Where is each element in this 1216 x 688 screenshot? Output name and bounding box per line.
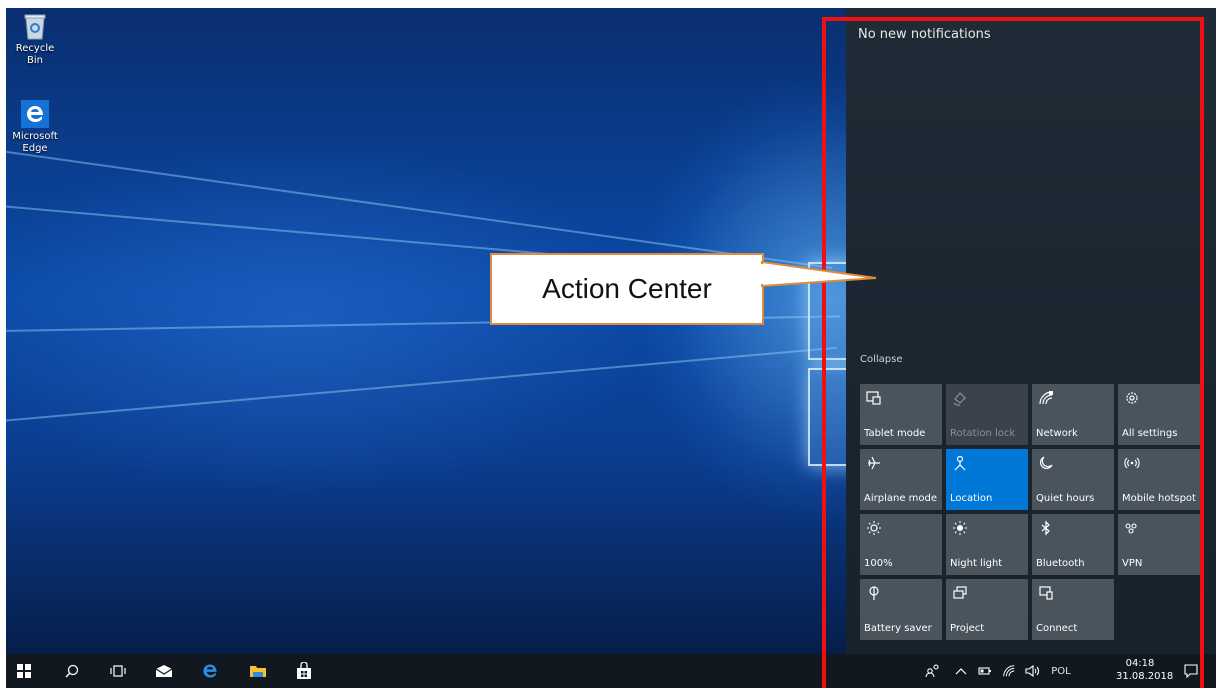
tile-network[interactable]: Network [1032,384,1114,445]
light-beam [0,346,837,422]
tile-label: Quiet hours [1036,493,1095,504]
clock-date: 31.08.2018 [1116,671,1174,682]
tile-label: Bluetooth [1036,558,1085,569]
tile-mobile-hotspot[interactable]: Mobile hotspot [1118,449,1200,510]
task-view-button[interactable] [102,654,134,688]
task-view-icon [110,665,126,677]
tile-label: Mobile hotspot [1122,493,1196,504]
clock-time: 04:18 [1125,658,1155,669]
desktop-icon-label: Microsoft Edge [12,131,58,154]
location-icon [954,455,966,471]
battery-saver-icon [869,586,879,600]
connect-icon [1039,586,1053,600]
tile-rotation-lock[interactable]: Rotation lock [946,384,1028,445]
tile-label: VPN [1122,558,1143,569]
network-icon [1039,391,1053,405]
notifications-status-text: No new notifications [858,27,991,42]
tile-night-light[interactable]: Night light [946,514,1028,575]
edge-icon [21,100,49,128]
project-icon [953,586,967,599]
mail-icon [155,665,173,677]
tile-project[interactable]: Project [946,579,1028,640]
desktop-icon-recycle-bin[interactable]: Recycle Bin [7,12,63,67]
tile-label: Connect [1036,623,1078,634]
tile-label: Tablet mode [864,428,926,439]
tile-label: All settings [1122,428,1178,439]
volume-button[interactable] [1022,654,1044,688]
brightness-icon [867,521,881,535]
search-icon [65,664,79,678]
tile-label: Network [1036,428,1078,439]
gear-icon [1126,392,1138,404]
battery-button[interactable] [974,654,996,688]
input-language-button[interactable]: POL [1046,654,1076,688]
notification-icon [1184,664,1198,679]
tile-label: 100% [864,558,893,569]
edge-icon [203,664,217,678]
clock[interactable]: 04:18 31.08.2018 [1116,657,1174,683]
people-button[interactable] [920,654,946,688]
search-button[interactable] [56,654,88,688]
night-light-icon [953,521,967,535]
desktop-icon-label: Recycle Bin [15,43,55,66]
airplane-icon [868,456,880,470]
tile-vpn[interactable]: VPN [1118,514,1200,575]
store-button[interactable] [288,654,320,688]
tile-airplane-mode[interactable]: Airplane mode [860,449,942,510]
tile-label: Night light [950,558,1003,569]
vpn-icon [1125,523,1137,534]
taskbar: POL 04:18 31.08.2018 [0,654,1216,688]
tile-label: Location [950,493,993,504]
battery-icon [978,667,991,675]
tile-label: Rotation lock [950,428,1016,439]
callout-pointer [760,260,877,288]
tile-battery-saver[interactable]: Battery saver [860,579,942,640]
moon-icon [1040,456,1053,469]
mail-button[interactable] [148,654,180,688]
start-icon [17,664,31,678]
tile-label: Airplane mode [864,493,938,504]
start-button[interactable] [8,654,40,688]
tile-all-settings[interactable]: All settings [1118,384,1200,445]
desktop-screen: Recycle Bin Microsoft Edge No new notific… [0,0,1216,688]
people-icon [925,664,939,678]
tile-brightness[interactable]: 100% [860,514,942,575]
tile-bluetooth[interactable]: Bluetooth [1032,514,1114,575]
action-center-panel: No new notifications Collapse Tablet mod… [846,8,1216,654]
file-explorer-icon [250,666,266,677]
show-hidden-icons-button[interactable] [950,654,972,688]
tile-label: Battery saver [864,623,932,634]
recycle-bin-icon [21,12,49,40]
wifi-icon [1003,665,1015,677]
store-icon [297,662,311,679]
edge-taskbar-button[interactable] [194,654,226,688]
action-center-button[interactable] [1176,654,1206,688]
collapse-link[interactable]: Collapse [860,354,903,365]
tile-label: Project [950,623,985,634]
callout-label: Action Center [490,253,764,325]
speaker-icon [1025,665,1040,677]
frame-top-border [0,0,1216,8]
tile-location[interactable]: Location [946,449,1028,510]
frame-left-border [0,0,6,688]
tile-connect[interactable]: Connect [1032,579,1114,640]
bluetooth-icon [1041,520,1050,536]
light-beam [0,150,832,269]
chevron-up-icon [955,668,967,675]
rotation-lock-icon [953,392,966,406]
desktop-icon-microsoft-edge[interactable]: Microsoft Edge [7,100,63,155]
tile-quiet-hours[interactable]: Quiet hours [1032,449,1114,510]
network-tray-button[interactable] [998,654,1020,688]
hotspot-icon [1124,457,1140,469]
file-explorer-button[interactable] [242,654,274,688]
tile-tablet-mode[interactable]: Tablet mode [860,384,942,445]
tablet-mode-icon [866,391,881,405]
